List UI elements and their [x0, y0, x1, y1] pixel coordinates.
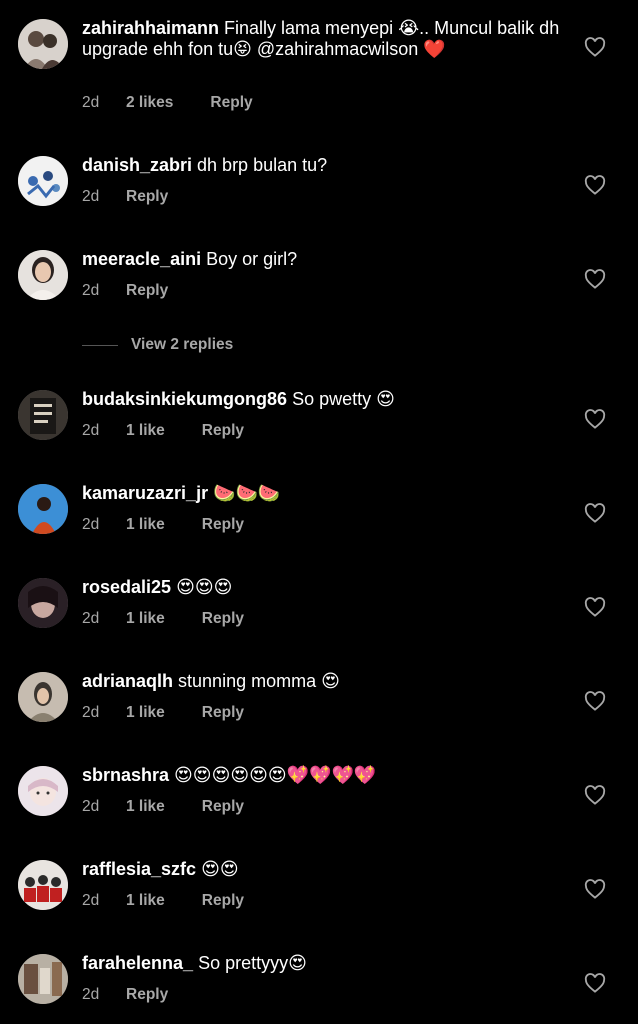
comment-time: 2d [82, 798, 100, 815]
comment-text: danish_zabri dh brp bulan tu? [82, 155, 572, 176]
avatar[interactable] [18, 484, 68, 534]
reply-button[interactable]: Reply [202, 798, 244, 816]
avatar[interactable] [18, 954, 68, 1004]
view-replies-button[interactable]: View 2 replies [82, 336, 233, 354]
heart-icon[interactable] [584, 785, 606, 805]
comment-time: 2d [82, 94, 100, 111]
comment-body: stunning momma 😍 [178, 671, 340, 691]
comment-body: 😍😍 [201, 859, 239, 879]
heart-icon[interactable] [584, 879, 606, 899]
comment-text: rosedali25 😍😍😍 [82, 577, 572, 598]
heart-icon[interactable] [584, 597, 606, 617]
comment-likes[interactable]: 1 like [126, 798, 165, 816]
comment-username[interactable]: rafflesia_szfc [82, 859, 196, 879]
heart-icon[interactable] [584, 409, 606, 429]
avatar[interactable] [18, 860, 68, 910]
comment-text: rafflesia_szfc 😍😍 [82, 859, 572, 880]
avatar[interactable] [18, 672, 68, 722]
heart-icon[interactable] [584, 691, 606, 711]
comment-username[interactable]: rosedali25 [82, 577, 171, 597]
heart-icon[interactable] [584, 503, 606, 523]
avatar[interactable] [18, 766, 68, 816]
reply-button[interactable]: Reply [202, 516, 244, 534]
comment-likes[interactable]: 1 like [126, 892, 165, 910]
comment-likes[interactable]: 1 like [126, 610, 165, 628]
comment-body: 😍😍😍 [176, 577, 233, 597]
avatar[interactable] [18, 156, 68, 206]
comment-username[interactable]: zahirahhaimann [82, 18, 219, 38]
comment-body: dh brp bulan tu? [197, 155, 328, 175]
comment-username[interactable]: farahelenna_ [82, 953, 193, 973]
reply-button[interactable]: Reply [202, 610, 244, 628]
reply-button[interactable]: Reply [126, 986, 168, 1004]
reply-button[interactable]: Reply [202, 704, 244, 722]
heart-icon[interactable] [584, 269, 606, 289]
comment-time: 2d [82, 422, 100, 439]
reply-button[interactable]: Reply [126, 282, 168, 300]
comment-text: sbrnashra 😍😍😍😍😍😍💖💖💖💖 [82, 765, 572, 786]
comment-text: kamaruzazri_jr 🍉🍉🍉 [82, 483, 572, 504]
comment-body: 🍉🍉🍉 [213, 483, 281, 503]
comment-text: adrianaqlh stunning momma 😍 [82, 671, 572, 692]
comment-text: budaksinkiekumgong86 So pwetty 😍 [82, 389, 572, 410]
avatar[interactable] [18, 390, 68, 440]
heart-icon[interactable] [584, 973, 606, 993]
comment-likes[interactable]: 1 like [126, 704, 165, 722]
comment-time: 2d [82, 516, 100, 533]
comment-time: 2d [82, 704, 100, 721]
reply-button[interactable]: Reply [202, 422, 244, 440]
comment-text: meeracle_aini Boy or girl? [82, 249, 572, 270]
comment-username[interactable]: adrianaqlh [82, 671, 173, 691]
view-replies-label: View 2 replies [131, 336, 234, 353]
comment-username[interactable]: meeracle_aini [82, 249, 201, 269]
replies-divider [82, 344, 118, 346]
reply-button[interactable]: Reply [202, 892, 244, 910]
heart-icon[interactable] [584, 175, 606, 195]
comment-body: 😍😍😍😍😍😍💖💖💖💖 [174, 765, 377, 785]
comment-username[interactable]: sbrnashra [82, 765, 169, 785]
comment-body: So prettyyy😍 [198, 953, 307, 973]
comment-body: So pwetty 😍 [292, 389, 395, 409]
comment-username[interactable]: kamaruzazri_jr [82, 483, 208, 503]
heart-icon[interactable] [584, 37, 606, 57]
reply-button[interactable]: Reply [210, 94, 252, 112]
comment-time: 2d [82, 188, 100, 205]
comment-time: 2d [82, 892, 100, 909]
comment-likes[interactable]: 2 likes [126, 94, 173, 112]
avatar[interactable] [18, 250, 68, 300]
comment-body: Boy or girl? [206, 249, 298, 269]
comment-time: 2d [82, 610, 100, 627]
avatar[interactable] [18, 578, 68, 628]
comment-text: zahirahhaimann Finally lama menyepi 😭.. M… [82, 18, 572, 60]
comment-text: farahelenna_ So prettyyy😍 [82, 953, 572, 974]
comment-username[interactable]: danish_zabri [82, 155, 192, 175]
comment-likes[interactable]: 1 like [126, 422, 165, 440]
comment-username[interactable]: budaksinkiekumgong86 [82, 389, 287, 409]
avatar[interactable] [18, 19, 68, 69]
comment-time: 2d [82, 282, 100, 299]
reply-button[interactable]: Reply [126, 188, 168, 206]
comment-likes[interactable]: 1 like [126, 516, 165, 534]
comment-time: 2d [82, 986, 100, 1003]
